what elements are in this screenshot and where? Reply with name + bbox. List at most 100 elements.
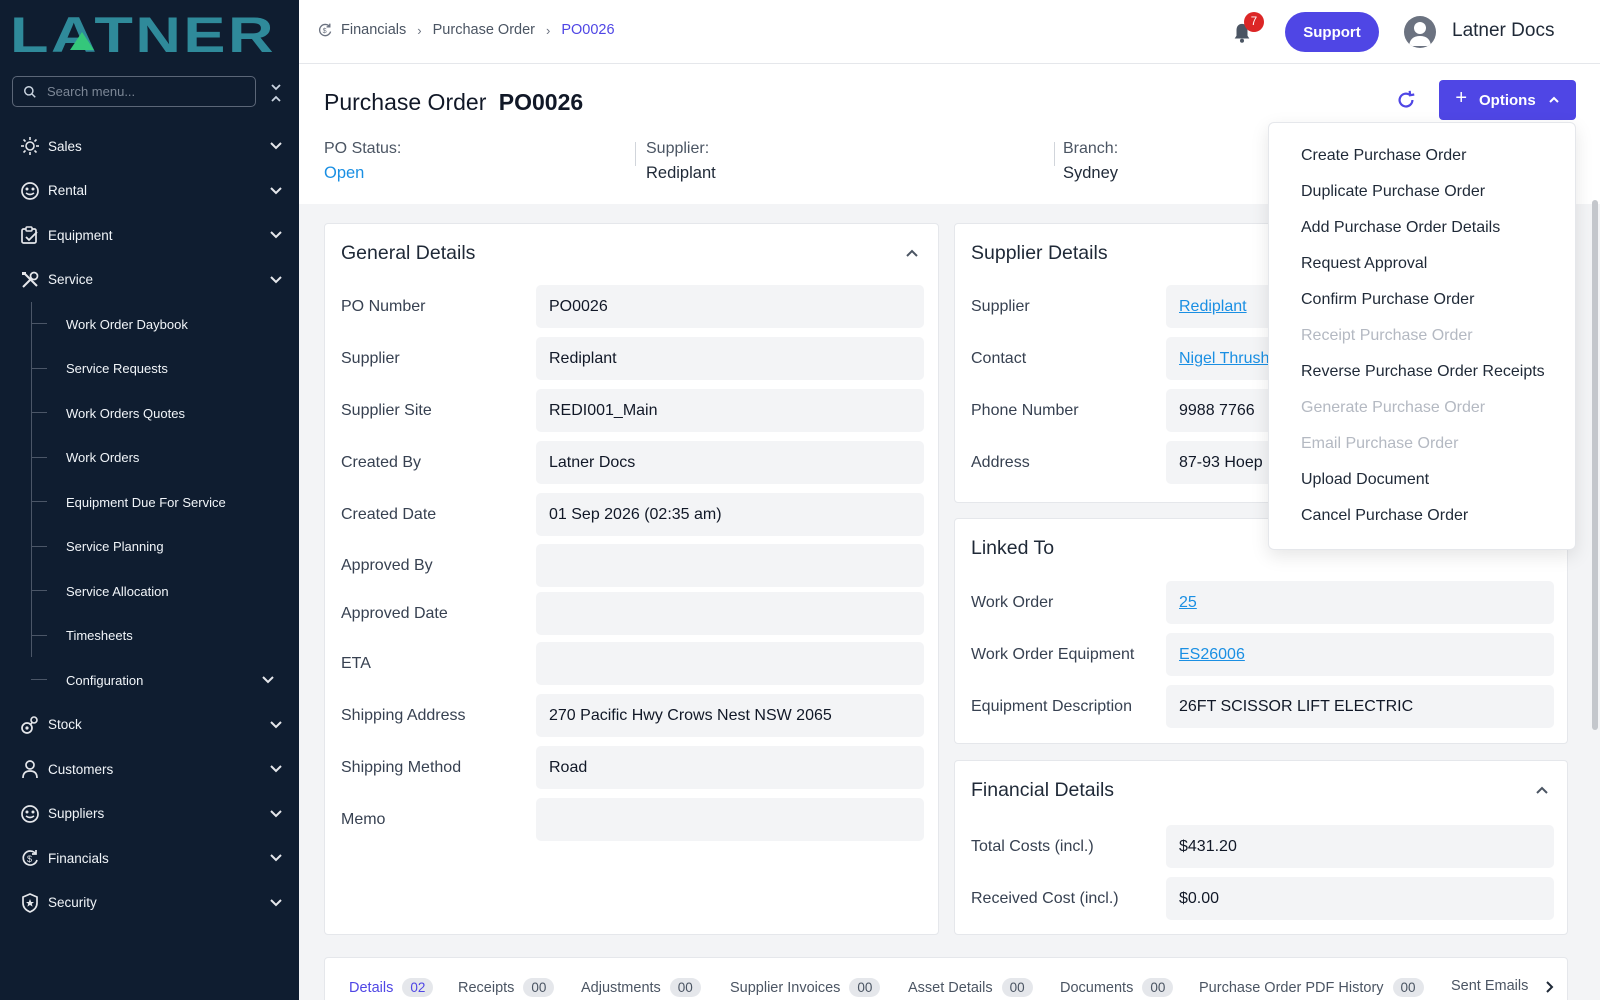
supplier-field: Rediplant (536, 337, 924, 380)
menu-item-reverse-purchase-order-receipts[interactable]: Reverse Purchase Order Receipts (1301, 363, 1545, 381)
options-dropdown-menu: Create Purchase Order Duplicate Purchase… (1268, 122, 1576, 550)
tab-purchase-order-pdf-history[interactable]: Purchase Order PDF History 00 (1199, 978, 1424, 997)
sales-icon (20, 136, 40, 156)
chevron-up-icon[interactable] (1535, 783, 1549, 797)
tree-connector (31, 679, 47, 680)
refresh-icon[interactable] (1395, 89, 1417, 111)
notification-badge: 7 (1244, 12, 1264, 32)
breadcrumb-current: PO0026 (561, 22, 615, 38)
sidebar-subitem-equipment-due-for-service[interactable]: Equipment Due For Service (0, 480, 299, 525)
options-button[interactable]: + Options (1439, 80, 1576, 120)
latner-logo[interactable]: LATNER (10, 10, 280, 56)
tab-asset-details[interactable]: Asset Details 00 (908, 978, 1033, 997)
breadcrumb-purchase-order[interactable]: Purchase Order (433, 22, 535, 38)
tab-sent-emails[interactable]: Sent Emails (1451, 978, 1528, 994)
tab-count-badge: 00 (1001, 978, 1033, 997)
chevron-down-icon (270, 765, 282, 773)
breadcrumb: $ Financials › Purchase Order › PO0026 (317, 22, 615, 38)
work-order-link[interactable]: 25 (1179, 594, 1197, 612)
sidebar-item-financials[interactable]: $ Financials (0, 836, 299, 881)
equipment-icon (20, 225, 40, 245)
menu-item-add-purchase-order-details[interactable]: Add Purchase Order Details (1301, 219, 1500, 237)
financials-icon: $ (20, 848, 40, 868)
tab-count-badge: 00 (669, 978, 701, 997)
user-name[interactable]: Latner Docs (1452, 20, 1554, 42)
avatar[interactable] (1404, 16, 1436, 48)
menu-item-create-purchase-order[interactable]: Create Purchase Order (1301, 147, 1466, 165)
sidebar-item-suppliers[interactable]: Suppliers (0, 792, 299, 837)
tab-details[interactable]: Details 02 (349, 978, 434, 997)
field-label: ETA (341, 654, 371, 672)
tab-label: Sent Emails (1451, 978, 1529, 994)
sidebar-item-label: Stock (48, 717, 82, 733)
menu-item-request-approval[interactable]: Request Approval (1301, 255, 1427, 273)
financial-row-received-cost: Received Cost (incl.) $0.00 (971, 877, 1554, 920)
sidebar-item-service[interactable]: Service (0, 258, 299, 303)
tab-supplier-invoices[interactable]: Supplier Invoices 00 (730, 978, 881, 997)
menu-item-duplicate-purchase-order[interactable]: Duplicate Purchase Order (1301, 183, 1485, 201)
tab-label: Adjustments (581, 979, 661, 996)
header-supplier: Supplier: Rediplant (646, 140, 716, 183)
sidebar-subitem-work-orders[interactable]: Work Orders (0, 436, 299, 481)
sidebar-item-rental[interactable]: Rental (0, 169, 299, 214)
sidebar-subitem-work-orders-quotes[interactable]: Work Orders Quotes (0, 391, 299, 436)
general-row-created-date: Created Date 01 Sep 2026 (02:35 am) (341, 493, 924, 536)
card-title: Financial Details (971, 779, 1115, 801)
stock-icon (20, 715, 40, 735)
sidebar-subitem-service-planning[interactable]: Service Planning (0, 525, 299, 570)
contact-link[interactable]: Nigel Thrush (1179, 350, 1269, 368)
menu-item-cancel-purchase-order[interactable]: Cancel Purchase Order (1301, 507, 1468, 525)
field-label: Supplier (341, 349, 400, 367)
sidebar-item-security[interactable]: Security (0, 881, 299, 926)
chevron-up-icon[interactable] (905, 246, 919, 260)
menu-item-upload-document[interactable]: Upload Document (1301, 471, 1429, 489)
page-title: Purchase Order PO0026 (324, 89, 583, 116)
top-bar: $ Financials › Purchase Order › PO0026 7… (299, 0, 1600, 64)
sidebar-item-label: Security (48, 895, 97, 911)
card-title: Supplier Details (971, 242, 1108, 264)
sidebar-item-equipment[interactable]: Equipment (0, 213, 299, 258)
menu-item-confirm-purchase-order[interactable]: Confirm Purchase Order (1301, 291, 1474, 309)
search-menu-box[interactable] (12, 76, 256, 107)
suppliers-icon (20, 804, 40, 824)
shield-icon (20, 892, 40, 913)
collapse-sidebar-button[interactable] (266, 82, 286, 104)
sidebar-item-label: Rental (48, 183, 88, 199)
equipment-link[interactable]: ES26006 (1179, 646, 1245, 664)
field-label: Created By (341, 453, 422, 471)
sidebar-item-customers[interactable]: Customers (0, 747, 299, 792)
search-menu-input[interactable] (47, 84, 237, 99)
divider (1054, 142, 1055, 166)
sidebar-item-label: Service (48, 272, 94, 288)
tab-documents[interactable]: Documents 00 (1060, 978, 1174, 997)
sidebar-subitem-service-allocation[interactable]: Service Allocation (0, 569, 299, 614)
po-number-field: PO0026 (536, 285, 924, 328)
tab-label: Supplier Invoices (730, 979, 841, 996)
sidebar-subitem-label: Work Order Daybook (66, 316, 188, 332)
tab-adjustments[interactable]: Adjustments 00 (581, 978, 701, 997)
created-date-field: 01 Sep 2026 (02:35 am) (536, 493, 924, 536)
supplier-site-field: REDI001_Main (536, 389, 924, 432)
sidebar-subitem-configuration[interactable]: Configuration (0, 658, 299, 703)
menu-item-email-purchase-order: Email Purchase Order (1301, 435, 1459, 452)
sidebar-subitem-work-order-daybook[interactable]: Work Order Daybook (0, 302, 299, 347)
field-label: Equipment Description (971, 697, 1132, 715)
support-button[interactable]: Support (1285, 12, 1379, 52)
chevron-right-icon[interactable] (1543, 980, 1557, 994)
scrollbar[interactable] (1592, 200, 1598, 730)
sidebar-item-stock[interactable]: Stock (0, 703, 299, 748)
supplier-link[interactable]: Rediplant (1179, 298, 1247, 316)
sidebar-item-sales[interactable]: Sales (0, 124, 299, 169)
tab-label: Purchase Order PDF History (1199, 979, 1384, 996)
tree-connector (31, 590, 47, 591)
tab-label: Asset Details (908, 979, 993, 996)
sidebar-subitem-service-requests[interactable]: Service Requests (0, 347, 299, 392)
tab-receipts[interactable]: Receipts 00 (458, 978, 555, 997)
received-cost-field: $0.00 (1166, 877, 1554, 920)
general-row-memo: Memo (341, 798, 924, 841)
options-label: Options (1479, 91, 1536, 109)
breadcrumb-financials[interactable]: Financials (341, 22, 406, 38)
header-branch-value: Sydney (1063, 164, 1119, 182)
card-title: General Details (341, 242, 476, 264)
sidebar-subitem-timesheets[interactable]: Timesheets (0, 614, 299, 659)
